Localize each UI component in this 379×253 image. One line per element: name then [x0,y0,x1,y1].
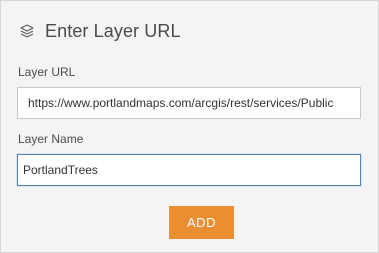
panel-header: Enter Layer URL [17,18,181,44]
layer-name-label: Layer Name [18,132,84,146]
layer-name-input[interactable] [17,154,361,186]
layers-icon [17,21,37,41]
layer-url-input[interactable] [17,87,361,119]
enter-layer-url-panel: Enter Layer URL Layer URL Layer Name ADD [0,0,379,253]
panel-title: Enter Layer URL [45,20,181,41]
add-button[interactable]: ADD [169,206,234,239]
layer-url-label: Layer URL [18,65,76,79]
